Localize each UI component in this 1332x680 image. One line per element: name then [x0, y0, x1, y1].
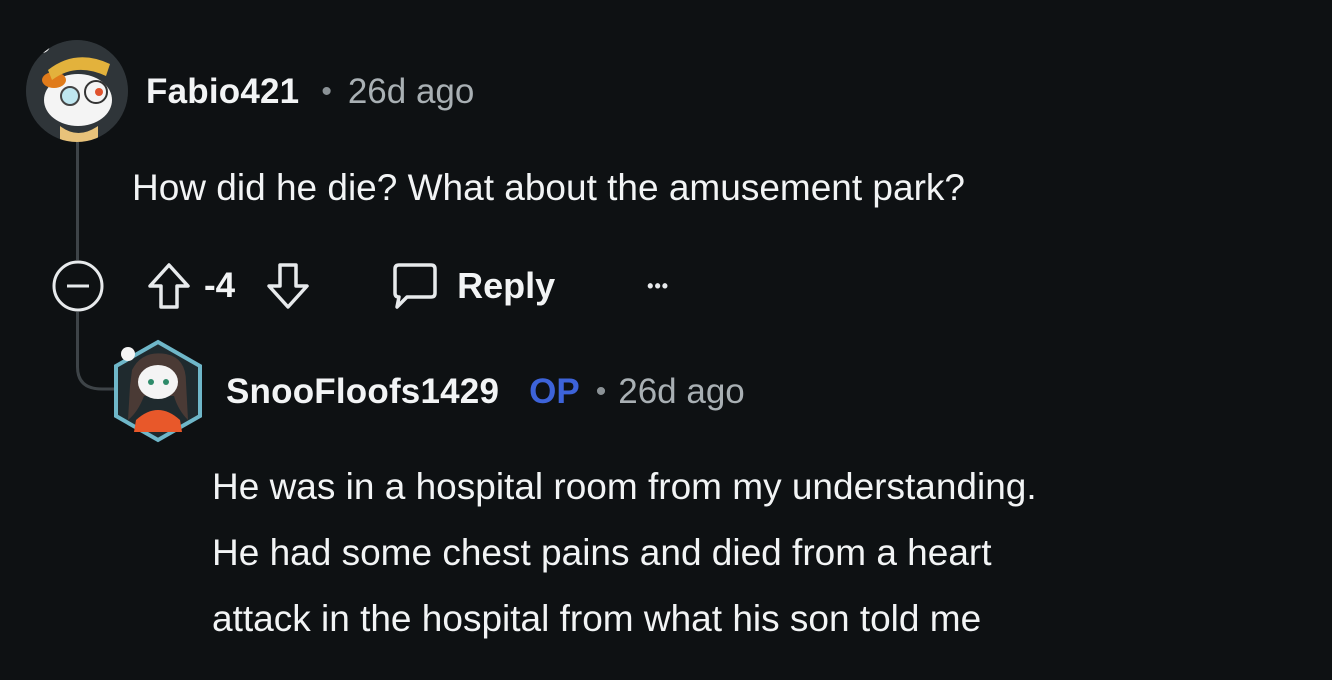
comment-body-line: He was in a hospital room from my unders…	[212, 466, 1037, 507]
username[interactable]: SnooFloofs1429	[226, 372, 499, 412]
username[interactable]: Fabio421	[146, 72, 299, 112]
timestamp[interactable]: 26d ago	[348, 72, 475, 112]
timestamp[interactable]: 26d ago	[618, 372, 745, 412]
downvote-arrow-icon[interactable]	[261, 259, 315, 313]
upvote-arrow-icon[interactable]	[142, 259, 196, 313]
separator-dot: •	[595, 375, 607, 408]
op-badge: OP	[529, 372, 580, 411]
thread-line	[76, 142, 79, 260]
avatar[interactable]	[108, 336, 208, 446]
comment-action-bar: -4 Reply •••	[50, 258, 669, 314]
snoo-avatar-girl-icon	[114, 339, 202, 443]
comment-body: He was in a hospital room from my unders…	[212, 454, 1037, 652]
more-options-icon[interactable]: •••	[647, 276, 669, 297]
comment-body-line: He had some chest pains and died from a …	[212, 532, 992, 573]
comment-body: How did he die? What about the amusement…	[132, 167, 965, 208]
avatar[interactable]	[26, 40, 128, 142]
separator-dot: •	[321, 75, 332, 108]
comment-header: Fabio421 • 26d ago	[146, 72, 474, 112]
comment-header: SnooFloofs1429 OP • 26d ago	[226, 372, 745, 412]
vote-score: -4	[204, 266, 236, 305]
reply-button[interactable]: Reply	[387, 259, 555, 313]
comment-body-line: attack in the hospital from what his son…	[212, 598, 982, 639]
snoo-avatar-goggles-icon	[26, 40, 128, 142]
speech-bubble-icon	[387, 259, 441, 313]
collapse-minus-icon[interactable]	[50, 258, 106, 314]
reply-label: Reply	[457, 265, 556, 306]
